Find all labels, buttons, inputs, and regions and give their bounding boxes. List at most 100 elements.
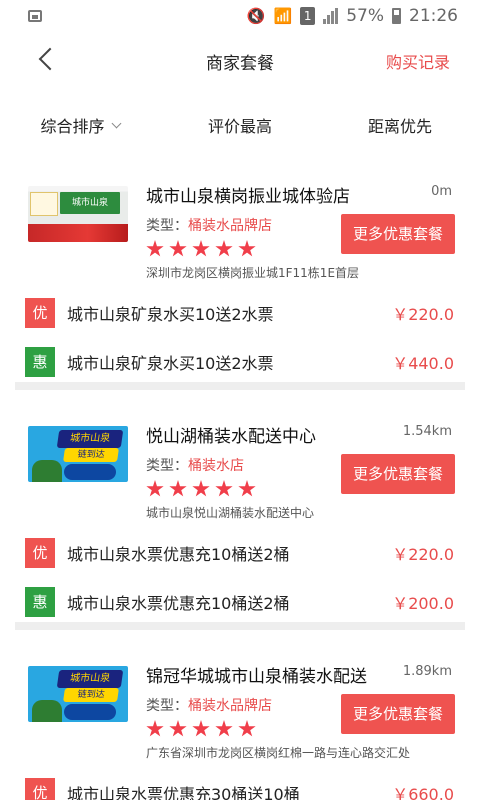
store-address: 广东省深圳市龙岗区横岗红棉一路与连心路交汇处 <box>146 746 411 760</box>
store-type: 类型：桶装水品牌店 <box>146 215 272 235</box>
deal-title: 城市山泉水票优惠充10桶送2桶 <box>67 593 290 613</box>
thumbnail-subtitle: 链到达 <box>63 448 119 462</box>
purchase-record-link[interactable]: 购买记录 <box>386 49 450 73</box>
thumbnail-subtitle: 链到达 <box>63 688 119 702</box>
deal-badge: 优 <box>25 537 55 568</box>
store-header: 城市山泉 城市山泉横岗振业城体验店 0m 类型：桶装水品牌店 更多优惠套餐 深圳… <box>0 168 480 288</box>
star-icon <box>215 720 233 737</box>
star-icon <box>146 480 164 497</box>
chevron-down-icon <box>111 118 121 128</box>
ribbon-graphic <box>28 224 128 242</box>
deal-row[interactable]: 优 城市山泉水票优惠充30桶送10桶 ￥660.0 <box>0 768 480 800</box>
rating-stars <box>146 240 256 258</box>
deal-row[interactable]: 优 城市山泉矿泉水买10送2水票 ￥220.0 <box>0 288 480 337</box>
delivery-person-graphic <box>32 700 62 722</box>
mute-icon: 🔇 <box>246 7 266 25</box>
signal-icon <box>323 8 339 24</box>
section-divider <box>15 382 465 390</box>
deal-badge: 优 <box>25 777 55 800</box>
store-thumbnail[interactable]: 城市山泉 链到达 <box>28 426 128 482</box>
deal-price: ￥660.0 <box>392 784 454 800</box>
image-notification-icon <box>28 10 42 22</box>
clock: 21:26 <box>409 6 458 26</box>
battery-percent: 57% <box>346 6 384 26</box>
store-distance: 1.54km <box>402 424 452 439</box>
deal-badge: 惠 <box>25 346 55 377</box>
star-icon <box>192 240 210 257</box>
deal-price: ￥440.0 <box>392 353 454 373</box>
store-name[interactable]: 城市山泉横岗振业城体验店 <box>146 182 350 207</box>
type-prefix: 类型： <box>146 218 188 234</box>
star-icon <box>215 480 233 497</box>
sort-label: 距离优先 <box>367 117 432 136</box>
delivery-bike-graphic <box>64 464 116 480</box>
status-left <box>28 10 42 22</box>
thumbnail-title: 城市山泉 <box>56 430 124 448</box>
star-icon <box>169 720 187 737</box>
star-icon <box>169 240 187 257</box>
star-icon <box>146 720 164 737</box>
store-address: 深圳市龙岗区横岗振业城1F11栋1E首层 <box>146 266 360 280</box>
store-thumbnail[interactable]: 城市山泉 链到达 <box>28 666 128 722</box>
store-type: 类型：桶装水店 <box>146 455 244 475</box>
delivery-bike-graphic <box>64 704 116 720</box>
store-name[interactable]: 悦山湖桶装水配送中心 <box>146 422 316 447</box>
sort-bar: 综合排序 评价最高 距离优先 <box>0 100 480 150</box>
star-icon <box>169 480 187 497</box>
deal-title: 城市山泉矿泉水买10送2水票 <box>67 304 274 324</box>
store-card[interactable]: 城市山泉 链到达 悦山湖桶装水配送中心 1.54km 类型：桶装水店 更多优惠套… <box>0 408 480 622</box>
sort-label: 评价最高 <box>207 117 272 136</box>
deal-price: ￥220.0 <box>392 304 454 324</box>
section-divider <box>15 622 465 630</box>
store-type: 类型：桶装水品牌店 <box>146 695 272 715</box>
thumbnail-title: 城市山泉 <box>56 670 124 688</box>
status-right: 🔇 📶 1 57% 21:26 <box>247 6 458 26</box>
deal-row[interactable]: 惠 城市山泉水票优惠充10桶送2桶 ￥200.0 <box>0 577 480 626</box>
poster-graphic <box>30 192 58 216</box>
deal-badge: 惠 <box>25 586 55 617</box>
deal-row[interactable]: 惠 城市山泉矿泉水买10送2水票 ￥440.0 <box>0 337 480 386</box>
store-thumbnail[interactable]: 城市山泉 <box>28 186 128 242</box>
star-icon <box>238 480 256 497</box>
type-prefix: 类型： <box>146 698 188 714</box>
store-card[interactable]: 城市山泉 链到达 锦冠华城城市山泉桶装水配送 1.89km 类型：桶装水品牌店 … <box>0 648 480 800</box>
deal-title: 城市山泉水票优惠充30桶送10桶 <box>67 784 300 800</box>
more-deals-button[interactable]: 更多优惠套餐 <box>341 454 455 494</box>
type-value: 桶装水店 <box>188 458 244 474</box>
store-distance: 1.89km <box>402 664 452 679</box>
type-prefix: 类型： <box>146 458 188 474</box>
sort-label: 综合排序 <box>40 117 105 136</box>
star-icon <box>215 240 233 257</box>
delivery-person-graphic <box>32 460 62 482</box>
type-value: 桶装水品牌店 <box>188 218 272 234</box>
star-icon <box>146 240 164 257</box>
deal-title: 城市山泉水票优惠充10桶送2桶 <box>67 544 290 564</box>
battery-icon <box>392 8 401 24</box>
store-address: 城市山泉悦山湖桶装水配送中心 <box>146 506 315 520</box>
star-icon <box>192 720 210 737</box>
sort-comprehensive[interactable]: 综合排序 <box>0 113 160 137</box>
deal-badge: 优 <box>25 297 55 328</box>
more-deals-button[interactable]: 更多优惠套餐 <box>341 214 455 254</box>
status-bar: 🔇 📶 1 57% 21:26 <box>0 0 480 32</box>
deal-row[interactable]: 优 城市山泉水票优惠充10桶送2桶 ￥220.0 <box>0 528 480 577</box>
store-name[interactable]: 锦冠华城城市山泉桶装水配送 <box>146 662 367 687</box>
sort-top-rated[interactable]: 评价最高 <box>160 113 320 137</box>
store-distance: 0m <box>431 184 452 199</box>
star-icon <box>238 720 256 737</box>
rating-stars <box>146 480 256 498</box>
app-header: 商家套餐 购买记录 <box>0 32 480 86</box>
store-header: 城市山泉 链到达 锦冠华城城市山泉桶装水配送 1.89km 类型：桶装水品牌店 … <box>0 648 480 768</box>
type-value: 桶装水品牌店 <box>188 698 272 714</box>
sort-nearest[interactable]: 距离优先 <box>320 113 480 137</box>
rating-stars <box>146 720 256 738</box>
more-deals-button[interactable]: 更多优惠套餐 <box>341 694 455 734</box>
sim-icon: 1 <box>300 7 316 25</box>
store-header: 城市山泉 链到达 悦山湖桶装水配送中心 1.54km 类型：桶装水店 更多优惠套… <box>0 408 480 528</box>
deal-price: ￥200.0 <box>392 593 454 613</box>
star-icon <box>192 480 210 497</box>
store-sign: 城市山泉 <box>60 192 120 214</box>
deal-title: 城市山泉矿泉水买10送2水票 <box>67 353 274 373</box>
store-card[interactable]: 城市山泉 城市山泉横岗振业城体验店 0m 类型：桶装水品牌店 更多优惠套餐 深圳… <box>0 168 480 382</box>
wifi-icon: 📶 <box>273 7 293 25</box>
